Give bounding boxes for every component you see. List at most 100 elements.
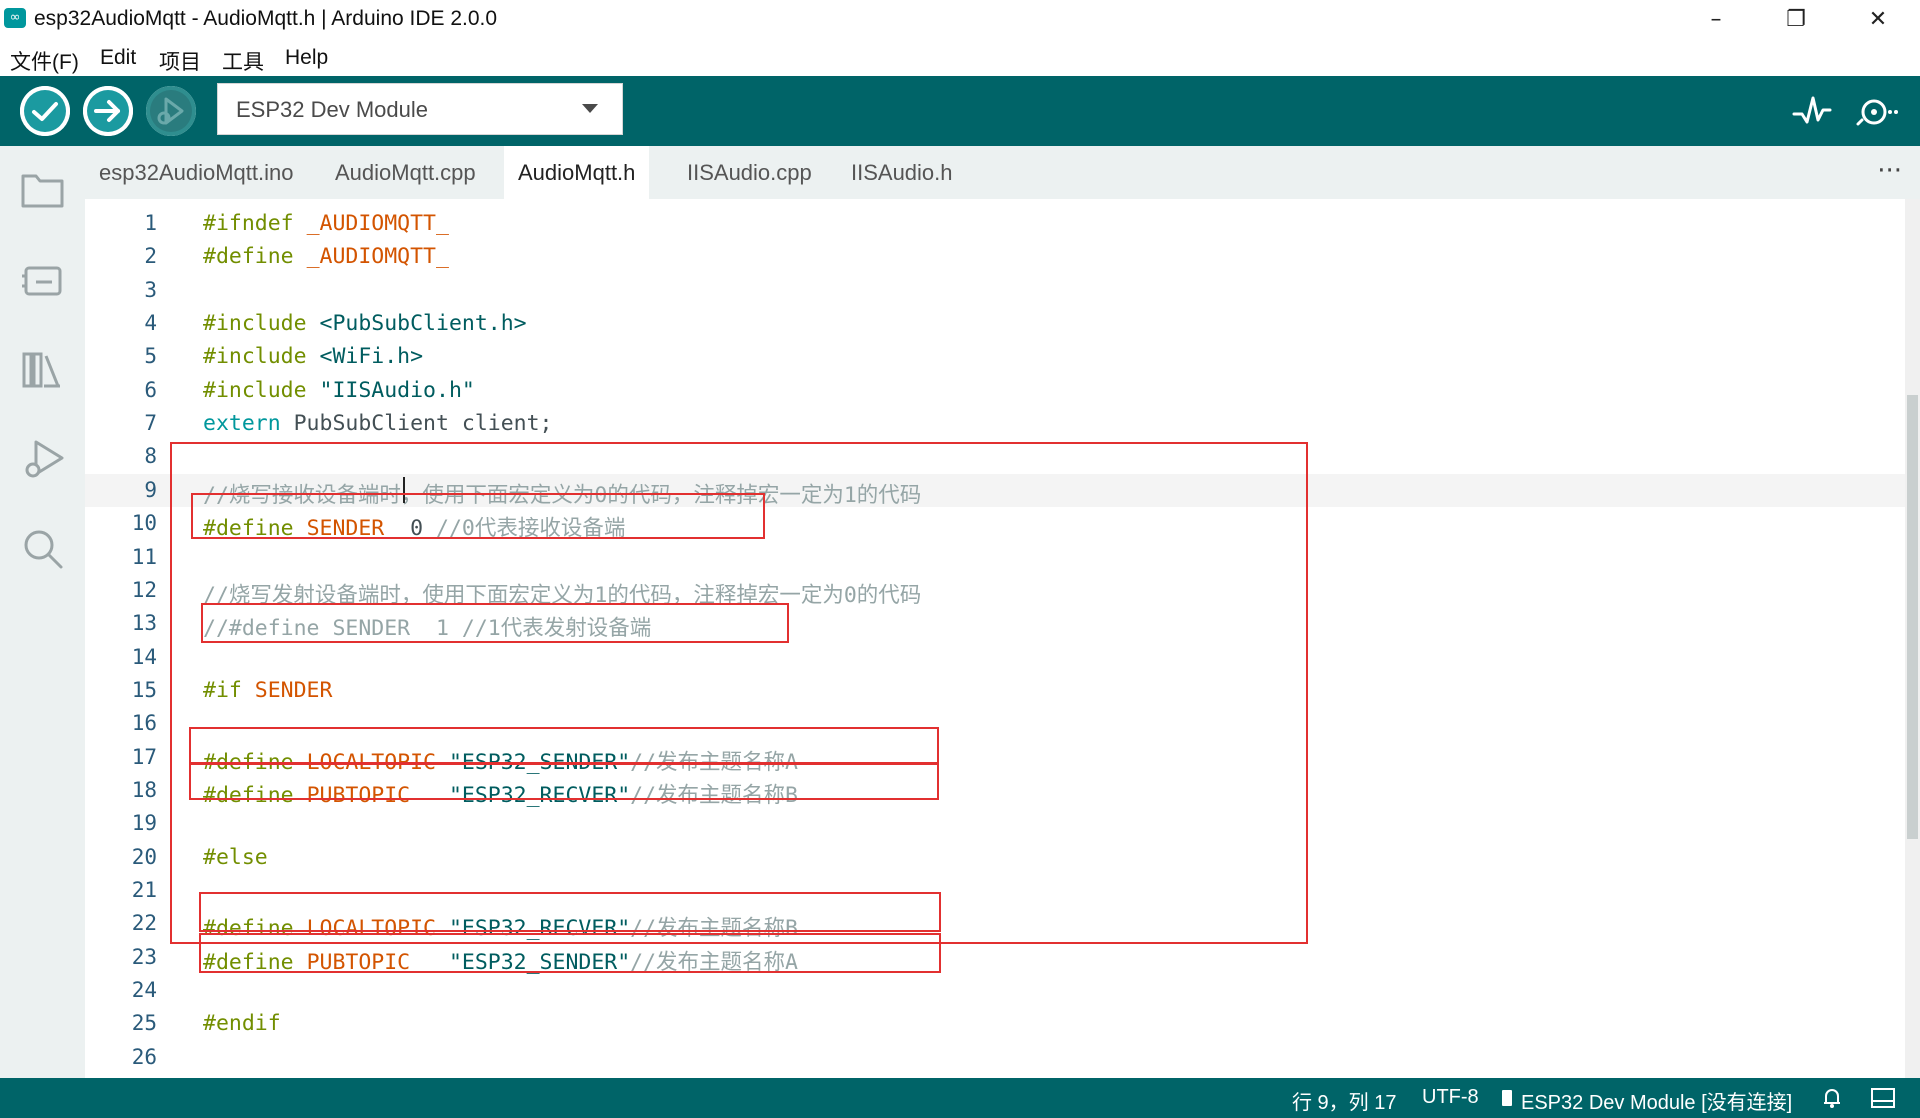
status-bar: 行 9，列 17 UTF-8 ESP32 Dev Module [没有连接] — [0, 1078, 1920, 1118]
restore-icon[interactable]: ❐ — [1756, 0, 1836, 40]
board-manager-icon[interactable] — [20, 256, 66, 302]
close-icon[interactable]: ✕ — [1838, 0, 1918, 40]
line-number: 26 — [131, 1044, 157, 1069]
annotation-receiver-box — [191, 493, 765, 539]
activity-bar — [0, 146, 85, 1078]
line-number: 11 — [131, 544, 157, 569]
line-number: 4 — [144, 311, 157, 336]
line-number: 2 — [144, 244, 157, 269]
minimize-icon[interactable]: – — [1676, 0, 1756, 40]
line-number: 14 — [131, 644, 157, 669]
line-number: 10 — [131, 511, 157, 536]
line-number: 16 — [131, 711, 157, 736]
line-number: 15 — [131, 677, 157, 702]
debug-icon — [146, 86, 196, 136]
annotation-sender-box — [201, 603, 789, 643]
tab-iisaudio-cpp[interactable]: IISAudio.cpp — [673, 146, 826, 199]
annotation-pubtopic-b-box — [189, 762, 939, 800]
code-line[interactable]: #include <PubSubClient.h> — [203, 311, 527, 336]
code-line[interactable]: #endif — [203, 1011, 281, 1036]
line-number: 6 — [144, 377, 157, 402]
code-line[interactable]: #ifndef _AUDIOMQTT_ — [203, 211, 449, 236]
arduino-logo-icon: ∞ — [4, 8, 26, 28]
code-token: #include — [203, 344, 320, 370]
annotation-localtopic-b-box — [199, 892, 941, 932]
line-number: 20 — [131, 844, 157, 869]
line-number: 7 — [144, 411, 157, 436]
line-number: 9 — [144, 477, 157, 502]
code-line[interactable]: #include "IISAudio.h" — [203, 378, 475, 403]
menu-tools[interactable]: 工具 — [222, 46, 264, 76]
folder-icon[interactable] — [20, 166, 66, 212]
line-number: 23 — [131, 944, 157, 969]
more-tabs-icon[interactable]: ··· — [1877, 156, 1902, 186]
code-token: "IISAudio.h" — [319, 377, 475, 403]
line-number: 25 — [131, 1011, 157, 1036]
board-selector-label: ESP32 Dev Module — [236, 97, 428, 122]
title-bar: ∞ esp32AudioMqtt - AudioMqtt.h | Arduino… — [0, 0, 1920, 40]
bell-icon[interactable] — [1820, 1086, 1844, 1110]
pulse-icon — [1792, 96, 1832, 124]
code-token: #endif — [203, 1011, 281, 1037]
menu-edit[interactable]: Edit — [100, 46, 136, 70]
line-number: 19 — [131, 811, 157, 836]
window-title: esp32AudioMqtt - AudioMqtt.h | Arduino I… — [34, 7, 498, 30]
menu-bar: 文件(F) Edit 项目 工具 Help — [0, 40, 1920, 76]
code-line[interactable]: #include <WiFi.h> — [203, 344, 423, 369]
tab-audiomqtt-h[interactable]: AudioMqtt.h — [504, 146, 650, 199]
code-token: extern — [203, 411, 294, 437]
code-editor[interactable]: 1 2 3 4 5 6 7 8 9 10 11 12 13 14 15 16 17 18 19 20 21 22 23 24 2… — [85, 199, 1905, 1078]
tab-esp32audiomqtt-ino[interactable]: esp32AudioMqtt.ino — [85, 146, 307, 199]
search-icon[interactable] — [20, 526, 66, 572]
line-number: 22 — [131, 911, 157, 936]
code-token: _AUDIOMQTT_ — [306, 244, 449, 270]
cursor-position[interactable]: 行 9，列 17 — [1292, 1086, 1396, 1115]
vertical-scrollbar[interactable] — [1905, 199, 1920, 1078]
menu-project[interactable]: 项目 — [159, 46, 201, 76]
verify-button[interactable] — [20, 86, 70, 136]
line-number: 5 — [144, 344, 157, 369]
serial-monitor-button[interactable] — [1854, 90, 1898, 134]
code-token: #define — [203, 244, 307, 270]
code-token: PubSubClient client; — [293, 411, 553, 437]
menu-help[interactable]: Help — [285, 46, 328, 70]
code-token: #include — [203, 377, 320, 403]
line-number: 13 — [131, 611, 157, 636]
upload-button[interactable] — [83, 86, 133, 136]
line-number: 24 — [131, 978, 157, 1003]
debug-button[interactable] — [146, 86, 196, 136]
tab-iisaudio-h[interactable]: IISAudio.h — [837, 146, 967, 199]
code-token: #ifndef — [203, 211, 307, 236]
annotation-localtopic-a-box — [189, 727, 939, 765]
magnifier-icon — [1856, 99, 1898, 126]
line-number: 18 — [131, 777, 157, 802]
menu-file[interactable]: 文件(F) — [10, 46, 79, 76]
line-number: 3 — [144, 277, 157, 302]
line-number: 21 — [131, 878, 157, 902]
line-number: 8 — [144, 444, 157, 469]
code-token: <PubSubClient.h> — [319, 311, 527, 337]
line-number: 17 — [131, 744, 157, 769]
library-icon[interactable] — [20, 346, 66, 392]
scrollbar-thumb[interactable] — [1907, 395, 1918, 839]
toolbar: ESP32 Dev Module — [0, 76, 1920, 146]
editor-tab-bar: esp32AudioMqtt.ino AudioMqtt.cpp AudioMq… — [85, 146, 1920, 199]
serial-plotter-button[interactable] — [1790, 90, 1834, 134]
tab-audiomqtt-cpp[interactable]: AudioMqtt.cpp — [321, 146, 490, 199]
chevron-down-icon — [582, 104, 598, 113]
code-line[interactable]: #define _AUDIOMQTT_ — [203, 244, 449, 269]
code-token: _AUDIOMQTT_ — [306, 211, 449, 236]
arrow-right-icon — [83, 86, 133, 136]
line-number: 1 — [144, 211, 157, 235]
board-status[interactable]: ESP32 Dev Module [没有连接] — [1521, 1086, 1792, 1115]
debug-icon[interactable] — [20, 436, 66, 482]
board-selector[interactable]: ESP32 Dev Module — [217, 83, 623, 135]
encoding[interactable]: UTF-8 — [1422, 1086, 1479, 1109]
annotation-pubtopic-a-box — [199, 933, 941, 973]
code-token: <WiFi.h> — [319, 344, 424, 370]
chip-icon — [1502, 1090, 1512, 1106]
panel-toggle-icon[interactable] — [1870, 1086, 1896, 1110]
code-token: #include — [203, 311, 320, 337]
check-icon — [20, 86, 70, 136]
code-line[interactable]: extern PubSubClient client; — [203, 411, 553, 436]
